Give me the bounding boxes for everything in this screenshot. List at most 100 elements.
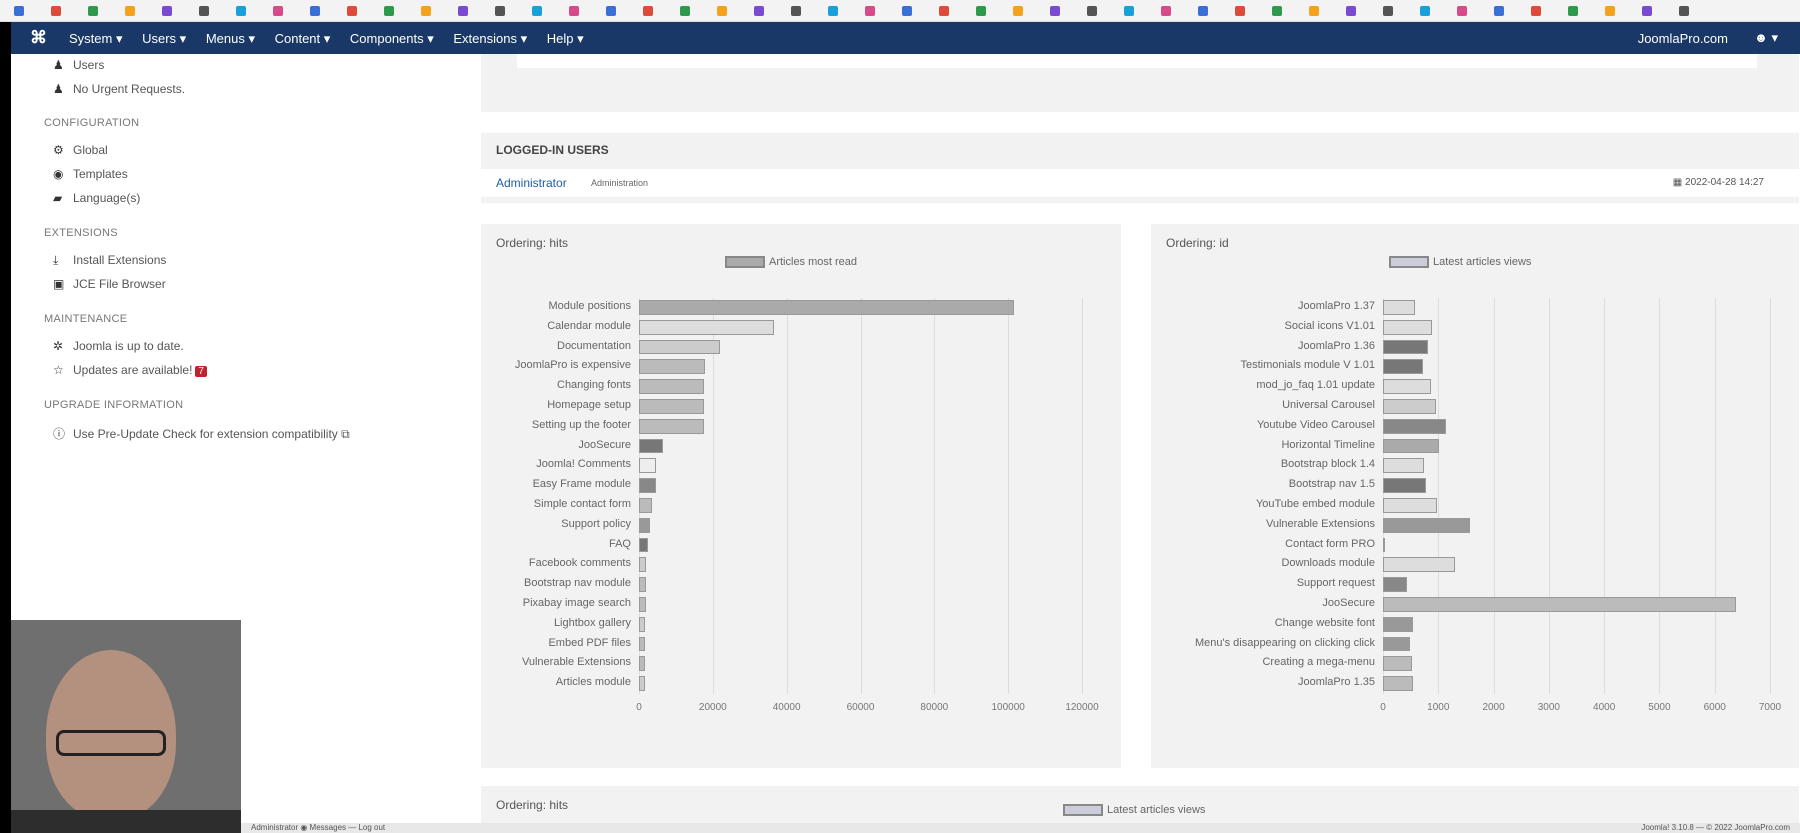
footer-left[interactable]: Administrator ◉ Messages — Log out [251,823,385,832]
webcam-overlay [11,620,241,833]
bookmark-icon[interactable] [273,6,283,16]
bookmark-icon[interactable] [1679,6,1689,16]
joomla-logo-icon[interactable]: ⌘ [30,28,47,48]
webcam-shirt [11,810,241,833]
sidebar-item-global[interactable]: ⚙ Global [53,143,108,157]
updates-badge: 7 [195,366,207,377]
bookmark-icon[interactable] [236,6,246,16]
bookmark-icon[interactable] [458,6,468,16]
sidebar-item-users[interactable]: ♟ Users [53,58,104,72]
bookmark-icon[interactable] [606,6,616,16]
chart-category-label: Module positions [548,300,631,312]
bookmark-icon[interactable] [347,6,357,16]
chart-category-label: Embed PDF files [548,636,631,649]
menu-content[interactable]: Content ▾ [275,31,331,46]
chart-category-label: FAQ [608,537,631,550]
bookmark-icon[interactable] [1013,6,1023,16]
chart-category-label: Joomla! Comments [536,458,631,471]
bookmark-icon[interactable] [1124,6,1134,16]
bookmark-icon[interactable] [828,6,838,16]
bookmark-icon[interactable] [1457,6,1467,16]
bookmark-icon[interactable] [976,6,986,16]
chart-gridline [786,298,788,694]
bookmark-icon[interactable] [939,6,949,16]
bookmark-icon[interactable] [1087,6,1097,16]
bookmark-icon[interactable] [865,6,875,16]
chart-tick-label: 3000 [1537,702,1560,713]
sidebar-item-joomla-up-to-date[interactable]: ✲ Joomla is up to date. [53,339,184,353]
sidebar-item-no-urgent[interactable]: ♟ No Urgent Requests. [53,82,185,96]
chart-legend: Latest articles views [1389,256,1531,269]
bookmark-icon[interactable] [1309,6,1319,16]
bookmark-icon[interactable] [902,6,912,16]
chart-tick-label: 5000 [1648,702,1671,713]
bookmark-icon[interactable] [717,6,727,16]
chart-bar [639,656,645,672]
bookmark-icon[interactable] [643,6,653,16]
bookmark-icon[interactable] [125,6,135,16]
bookmark-icon[interactable] [1420,6,1430,16]
chart-bar [1383,339,1429,355]
chart-gridline [1438,298,1440,694]
sidebar-heading-upgrade: UPGRADE INFORMATION [44,399,184,411]
chart-ordering-label: Ordering: hits [496,798,569,812]
sidebar-item-updates-available[interactable]: ☆ Updates are available! 7 [53,363,207,377]
bookmark-icon[interactable] [680,6,690,16]
bookmark-icon[interactable] [310,6,320,16]
bookmark-icon[interactable] [1494,6,1504,16]
bookmark-icon[interactable] [532,6,542,16]
bookmark-icon[interactable] [1642,6,1652,16]
bookmark-icon[interactable] [1050,6,1060,16]
menu-menus[interactable]: Menus ▾ [206,31,255,46]
chart-bar [1383,399,1436,414]
sidebar-item-preupdate-check[interactable]: ⓘ Use Pre-Update Check for extension comp… [53,425,350,442]
menu-components[interactable]: Components ▾ [350,31,434,46]
bookmark-icon[interactable] [1235,6,1245,16]
bookmark-icon[interactable] [1198,6,1208,16]
bookmark-icon[interactable] [1272,6,1282,16]
chart-gridline [934,298,936,694]
bookmark-icon[interactable] [14,6,24,16]
bookmark-icon[interactable] [569,6,579,16]
bookmark-icon[interactable] [88,6,98,16]
bookmark-icon[interactable] [51,6,61,16]
menu-extensions[interactable]: Extensions ▾ [453,31,527,46]
chart-bar [639,557,647,573]
chart-category-label: JoomlaPro 1.37 [1297,300,1375,312]
bookmark-icon[interactable] [754,6,764,16]
bookmark-icon[interactable] [1346,6,1356,16]
sidebar-item-install-extensions[interactable]: ⤓ Install Extensions [53,253,166,268]
bookmark-icon[interactable] [162,6,172,16]
bookmark-icon[interactable] [199,6,209,16]
chart-bar [1383,636,1410,652]
chart-category-label: Easy Frame module [532,478,631,491]
bookmark-icon[interactable] [1383,6,1393,16]
browser-bookmarks-bar[interactable] [0,0,1800,22]
bookmark-icon[interactable] [791,6,801,16]
bookmark-icon[interactable] [495,6,505,16]
chart-bar [639,597,647,612]
chart-bar [639,300,1014,315]
chart-category-label: Simple contact form [533,498,631,510]
sidebar-item-languages[interactable]: ▰ Language(s) [53,191,140,205]
sidebar-item-templates[interactable]: ◉ Templates [53,167,128,181]
menu-users[interactable]: Users ▾ [142,31,186,46]
chart-category-label: Bootstrap nav module [523,577,631,590]
bookmark-icon[interactable] [384,6,394,16]
star-icon: ☆ [53,363,64,377]
bookmark-icon[interactable] [421,6,431,16]
chart-category-label: mod_jo_faq 1.01 update [1256,379,1375,392]
logged-in-user-link[interactable]: Administrator [496,176,567,190]
bookmark-icon[interactable] [1605,6,1615,16]
site-name-link[interactable]: JoomlaPro.com [1638,31,1728,46]
menu-system[interactable]: System ▾ [69,31,122,46]
menu-help[interactable]: Help ▾ [547,31,584,46]
bookmark-icon[interactable] [1161,6,1171,16]
bookmark-icon[interactable] [1568,6,1578,16]
bookmark-icon[interactable] [1531,6,1541,16]
comments-icon: ▰ [53,191,63,205]
chart-bar [639,577,647,592]
sidebar-item-jce-browser[interactable]: ▣ JCE File Browser [53,277,166,291]
user-icon[interactable]: ☻ ▾ [1754,30,1778,46]
gear-icon: ⚙ [53,143,64,157]
